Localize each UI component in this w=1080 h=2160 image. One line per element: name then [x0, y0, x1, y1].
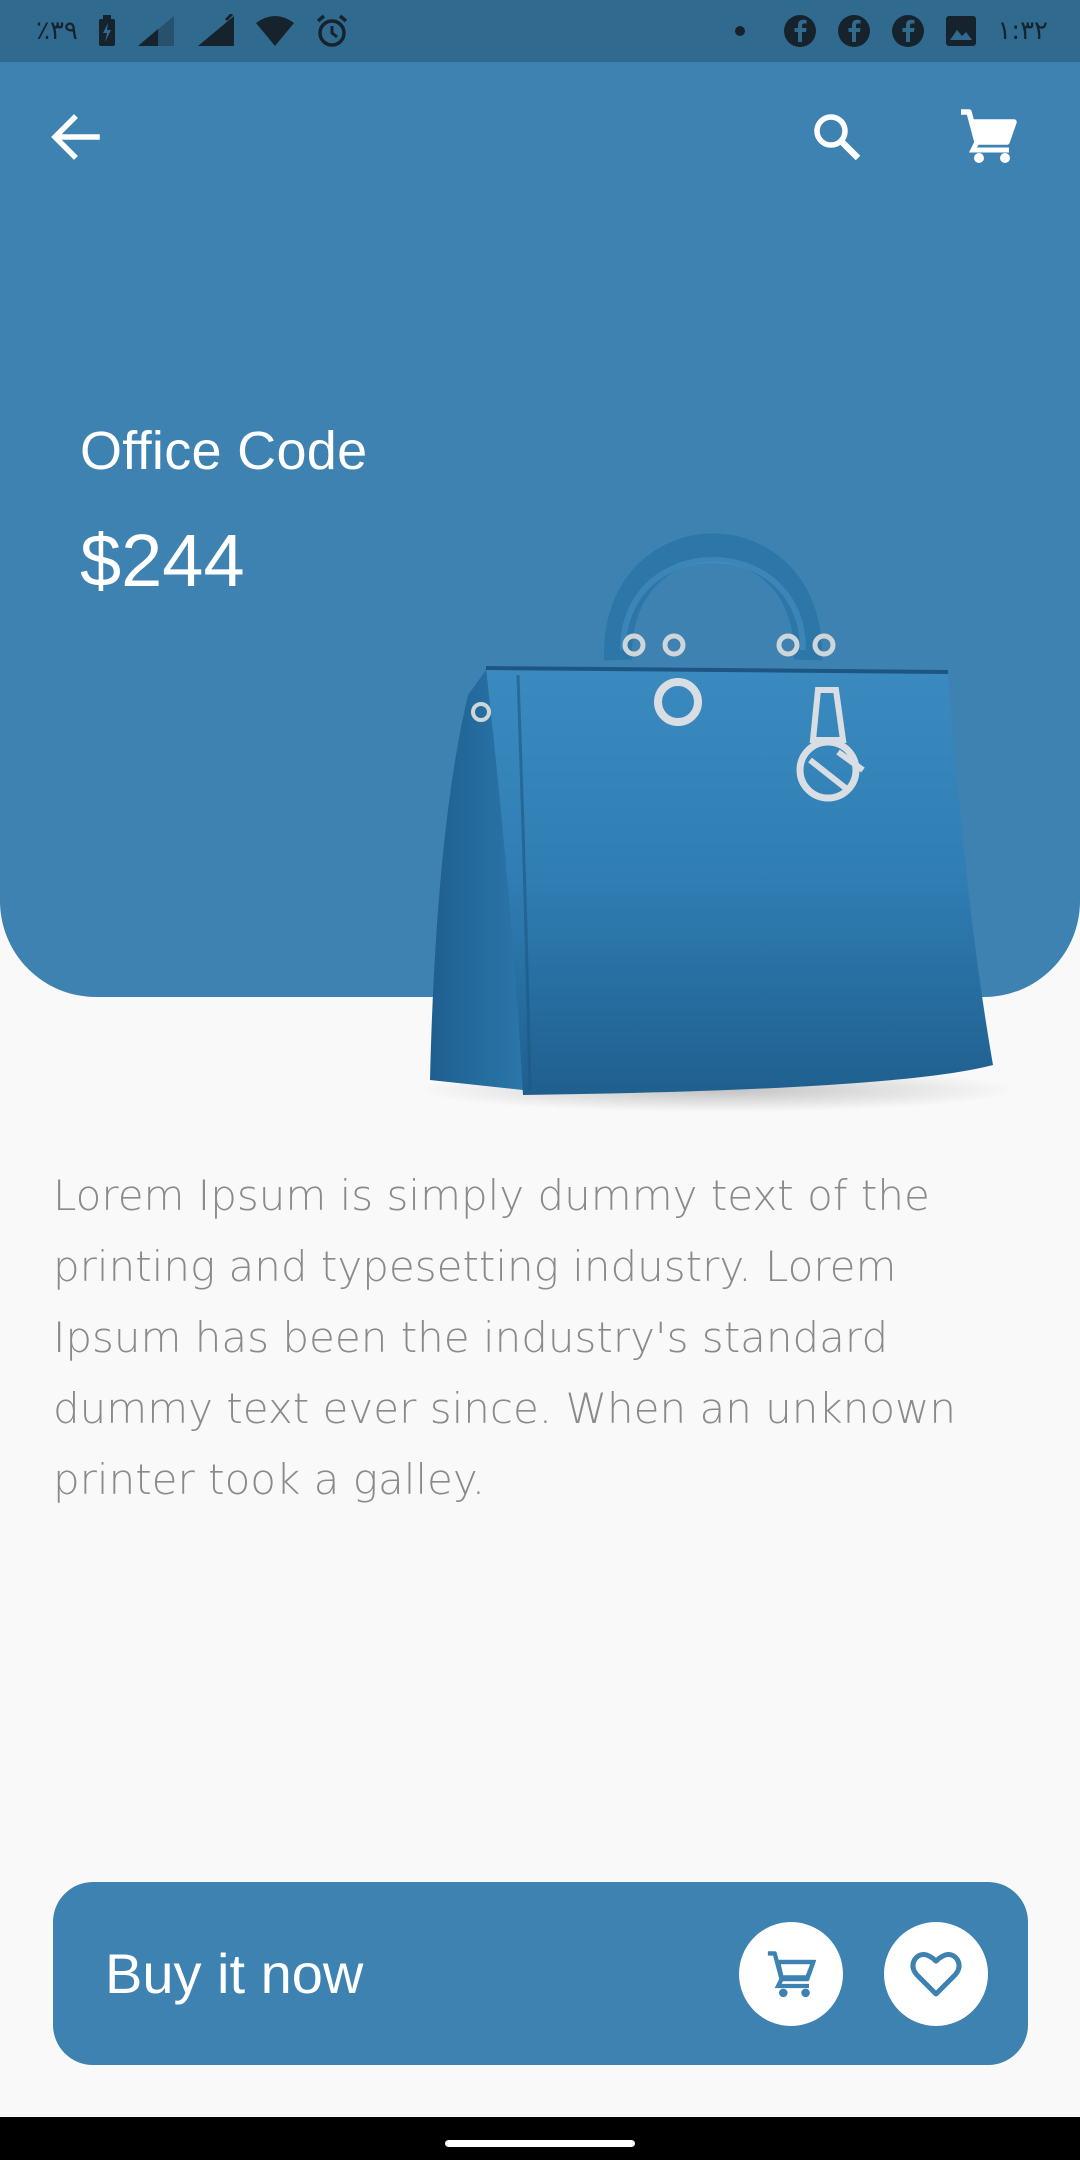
- status-bar-right: ۱:۳۲: [735, 14, 1048, 48]
- battery-charging-icon: [98, 15, 116, 47]
- search-button[interactable]: [802, 102, 872, 172]
- status-bar-left: ٪۳۹: [36, 13, 350, 49]
- signal-icon: [136, 14, 176, 48]
- facebook-icon: [783, 14, 817, 48]
- battery-percent: ٪۳۹: [36, 16, 78, 46]
- navigation-bar: [0, 2117, 1080, 2160]
- heart-icon: [910, 1952, 962, 1997]
- alarm-icon: [314, 13, 350, 49]
- search-icon: [814, 114, 861, 161]
- cart-button[interactable]: [952, 100, 1024, 172]
- product-image: [418, 533, 1008, 1112]
- wifi-icon: [255, 15, 294, 47]
- buy-bar: Buy it now: [53, 1882, 1028, 2065]
- buy-now-button[interactable]: Buy it now: [105, 1941, 363, 2006]
- image-icon: [945, 15, 977, 47]
- notification-dot-icon: [735, 26, 746, 36]
- status-bar: ٪۳۹ ۱:۳۲: [0, 0, 1080, 62]
- facebook-icon: [837, 14, 871, 48]
- facebook-icon: [891, 14, 925, 48]
- cart-icon: [767, 1951, 816, 1998]
- favorite-button[interactable]: [884, 1922, 988, 2026]
- product-detail-screen: ٪۳۹ ۱:۳۲ Office Code $244 Lorem Ipsum is…: [0, 0, 1080, 2160]
- signal-icon: [196, 14, 236, 48]
- add-to-cart-button[interactable]: [739, 1922, 843, 2026]
- home-gesture-handle[interactable]: [445, 2140, 635, 2147]
- product-description: Lorem Ipsum is simply dummy text of the …: [53, 1171, 957, 1504]
- product-price: $244: [80, 519, 245, 602]
- arrow-back-icon: [51, 114, 100, 160]
- cart-icon: [961, 109, 1017, 163]
- back-button[interactable]: [40, 102, 110, 172]
- status-time: ۱:۳۲: [997, 16, 1048, 46]
- product-title: Office Code: [80, 421, 368, 481]
